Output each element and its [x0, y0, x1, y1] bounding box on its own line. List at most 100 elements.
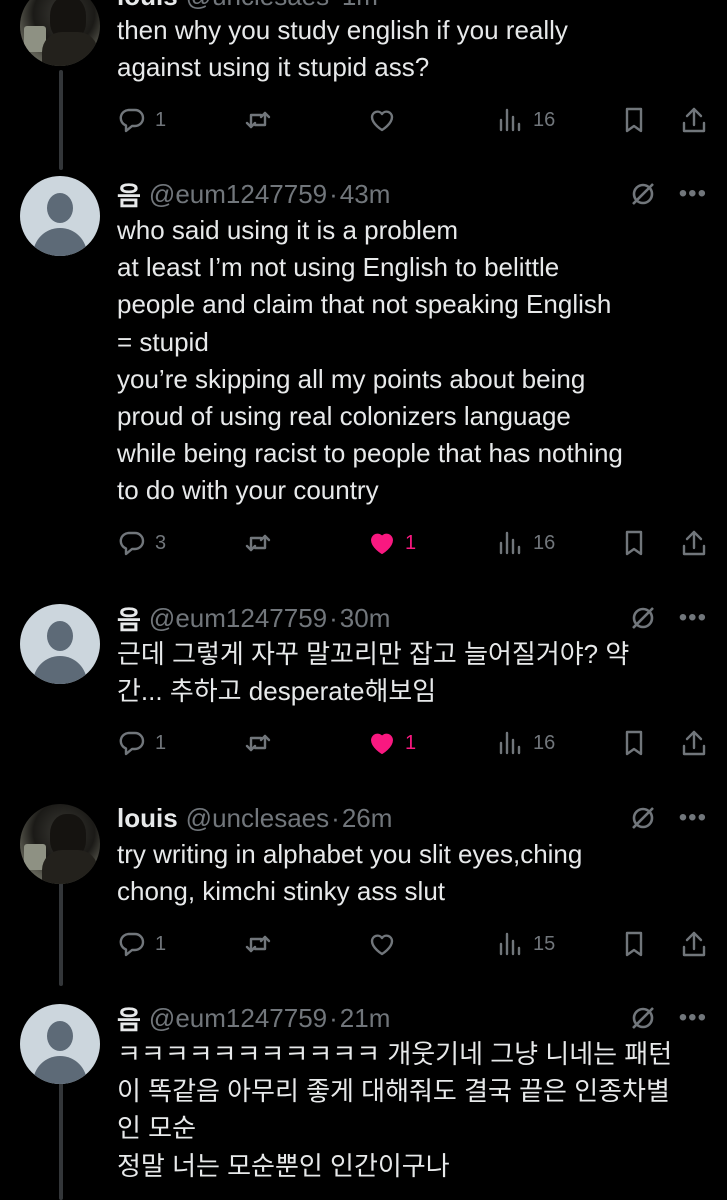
reply-count: 1	[155, 731, 167, 754]
views-count: 16	[533, 108, 556, 131]
bookmark-button[interactable]	[619, 102, 649, 138]
share-button[interactable]	[679, 102, 709, 138]
grok-icon[interactable]	[629, 604, 657, 632]
like-count: 1	[405, 731, 417, 754]
views-button[interactable]: 16	[495, 102, 555, 138]
views-icon	[499, 531, 521, 555]
views-icon	[499, 108, 521, 132]
bookmark-button[interactable]	[619, 725, 649, 761]
views-icon	[499, 731, 521, 755]
tweet-header: 음 @eum1247759 · 30m •••	[117, 600, 707, 636]
bookmark-button[interactable]	[619, 525, 649, 561]
like-count: 1	[405, 531, 417, 554]
views-count: 16	[533, 731, 556, 754]
avatar[interactable]	[20, 176, 100, 256]
retweet-button[interactable]	[243, 926, 281, 962]
more-options-icon[interactable]: •••	[679, 1006, 707, 1030]
share-button[interactable]	[679, 926, 709, 962]
avatar[interactable]	[20, 804, 100, 884]
tweet-text: then why you study english if you really…	[117, 15, 568, 83]
bookmark-icon	[625, 107, 643, 133]
reply-icon	[119, 531, 145, 556]
reply-count: 3	[155, 531, 167, 554]
retweet-button[interactable]	[243, 725, 281, 761]
tweet-header: louis @unclesaes · 26m •••	[117, 802, 707, 834]
tweet-text: 근데 그렇게 자꾸 말꼬리만 잡고 늘어질거야? 약 간... 추하고 desp…	[117, 639, 630, 707]
reply-count: 1	[155, 932, 167, 955]
display-name[interactable]: 음	[117, 600, 141, 637]
reply-icon	[119, 108, 145, 133]
action-bar: 1 1 16	[117, 725, 706, 761]
display-name[interactable]: louis	[117, 803, 178, 834]
timestamp[interactable]: 21m	[340, 1003, 391, 1034]
tweet-header: 음 @eum1247759 · 43m •••	[117, 176, 707, 212]
reply-icon	[119, 731, 145, 756]
timestamp[interactable]: 26m	[342, 803, 393, 834]
like-icon	[370, 934, 394, 956]
share-icon	[682, 107, 706, 133]
avatar[interactable]	[20, 0, 100, 66]
share-button[interactable]	[679, 725, 709, 761]
reply-button[interactable]: 1	[117, 926, 166, 962]
views-button[interactable]: 16	[495, 725, 555, 761]
avatar[interactable]	[20, 1004, 100, 1084]
display-name[interactable]: 음	[117, 1000, 141, 1037]
views-count: 15	[533, 932, 556, 955]
views-count: 16	[533, 531, 556, 554]
retweet-button[interactable]	[243, 525, 281, 561]
like-button[interactable]	[367, 102, 405, 138]
action-bar: 1 15	[117, 926, 706, 962]
action-bar: 3 1 16	[117, 525, 706, 561]
more-options-icon[interactable]: •••	[679, 806, 707, 830]
grok-icon[interactable]	[629, 180, 657, 208]
like-button[interactable]	[367, 926, 405, 962]
display-name[interactable]: louis	[117, 0, 178, 12]
views-button[interactable]: 15	[495, 926, 555, 962]
like-button[interactable]: 1	[367, 525, 416, 561]
tweet-text: ㅋㅋㅋㅋㅋㅋㅋㅋㅋㅋㅋ 개웃기네 그냥 니네는 패턴 이 똑같음 아무리 좋게 …	[117, 1039, 673, 1181]
share-button[interactable]	[679, 525, 709, 561]
display-name[interactable]: 음	[117, 176, 141, 213]
action-bar: 1 16	[117, 102, 706, 138]
reply-icon	[119, 932, 145, 957]
tweet[interactable]: 음 @eum1247759 · 21m ••• ㅋㅋㅋㅋㅋㅋㅋㅋㅋㅋㅋ 개웃기네…	[0, 1000, 727, 1200]
retweet-icon	[245, 111, 271, 129]
bookmark-button[interactable]	[619, 926, 649, 962]
grok-icon[interactable]	[629, 1004, 657, 1032]
bookmark-icon	[625, 530, 643, 556]
retweet-icon	[245, 935, 271, 953]
tweet-text: try writing in alphabet you slit eyes,ch…	[117, 839, 583, 907]
tweet-text: who said using it is a problem at least …	[117, 215, 623, 506]
like-button[interactable]: 1	[367, 725, 416, 761]
share-icon	[682, 931, 706, 957]
retweet-icon	[245, 734, 271, 752]
user-handle[interactable]: @eum1247759	[149, 603, 327, 634]
timestamp[interactable]: 30m	[340, 603, 391, 634]
avatar[interactable]	[20, 604, 100, 684]
reply-button[interactable]: 3	[117, 525, 166, 561]
timestamp[interactable]: 43m	[340, 179, 391, 210]
reply-button[interactable]: 1	[117, 725, 166, 761]
retweet-icon	[245, 534, 271, 552]
grok-icon[interactable]	[629, 804, 657, 832]
reply-count: 1	[155, 108, 167, 131]
views-button[interactable]: 16	[495, 525, 555, 561]
bookmark-icon	[625, 730, 643, 756]
timestamp[interactable]: 1m	[342, 0, 378, 12]
retweet-button[interactable]	[243, 102, 281, 138]
user-handle[interactable]: @eum1247759	[149, 1003, 327, 1034]
user-handle[interactable]: @eum1247759	[149, 179, 327, 210]
user-handle[interactable]: @unclesaes	[186, 0, 329, 12]
tweet-header: louis @unclesaes · 1m	[117, 0, 707, 14]
bookmark-icon	[625, 931, 643, 957]
more-options-icon[interactable]: •••	[679, 182, 707, 206]
like-icon	[370, 110, 394, 132]
views-icon	[499, 932, 521, 956]
tweet-header: 음 @eum1247759 · 21m •••	[117, 1000, 707, 1036]
share-icon	[682, 730, 706, 756]
like-icon	[371, 733, 393, 754]
user-handle[interactable]: @unclesaes	[186, 803, 329, 834]
reply-button[interactable]: 1	[117, 102, 166, 138]
more-options-icon[interactable]: •••	[679, 606, 707, 630]
share-icon	[682, 530, 706, 556]
